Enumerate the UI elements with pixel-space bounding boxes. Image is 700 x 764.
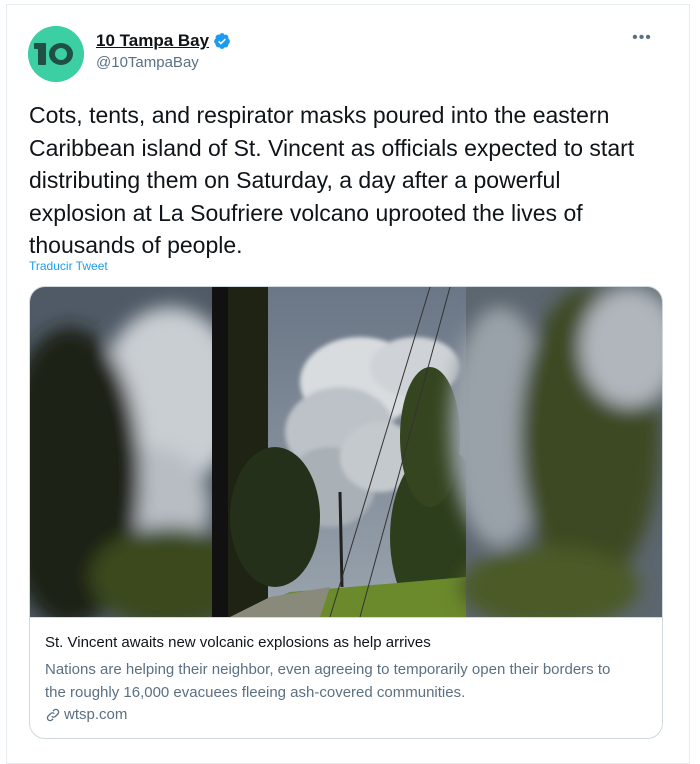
tweet-text: Cots, tents, and respirator masks poured… [29,102,635,259]
avatar[interactable]: 10 [28,26,84,82]
card-description: Nations are helping their neighbor, even… [45,661,611,701]
link-preview-card[interactable]: St. Vincent awaits new volcanic explosio… [29,286,663,739]
station-logo-icon: 10 [28,26,84,82]
translate-tweet-link[interactable]: Traducir Tweet [29,259,108,273]
more-options-button[interactable]: ••• [631,29,653,46]
tweet-container: 10 10 Tampa Bay @10TampaBay ••• Cots, te… [6,4,690,764]
author-name[interactable]: 10 Tampa Bay [96,31,209,51]
tweet-header: 10 Tampa Bay @10TampaBay [96,31,231,72]
card-divider [30,617,662,618]
volcano-photo[interactable] [30,287,662,617]
link-icon [45,707,61,723]
card-source-domain: wtsp.com [64,706,128,723]
card-title[interactable]: St. Vincent awaits new volcanic explosio… [45,633,431,652]
verified-badge-icon [213,32,231,50]
card-source[interactable]: wtsp.com [45,706,127,724]
more-icon: ••• [632,29,652,46]
author-handle[interactable]: @10TampaBay [96,54,231,72]
